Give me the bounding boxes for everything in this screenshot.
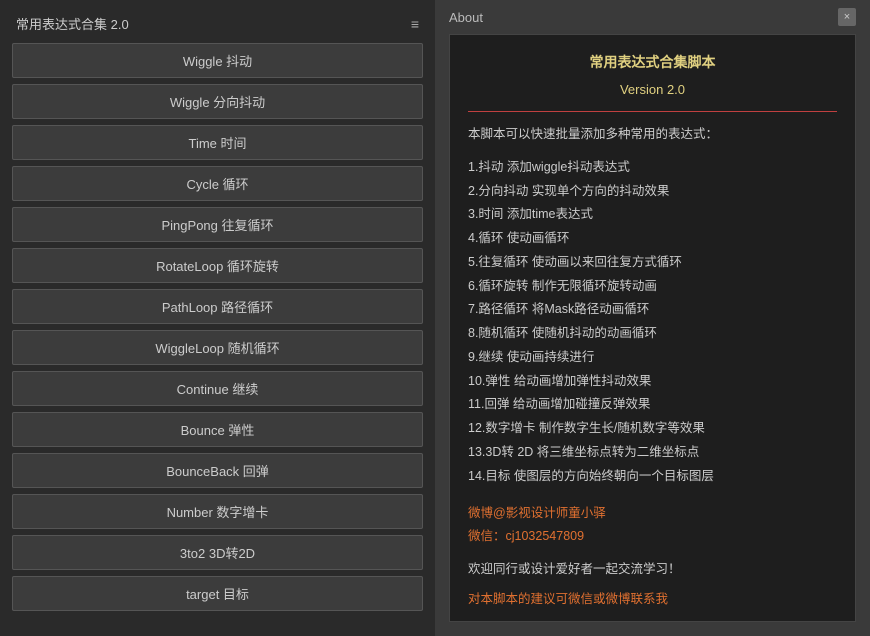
feature-item: 10.弹性 给动画增加弹性抖动效果: [468, 370, 837, 394]
wiggle-btn[interactable]: Wiggle 抖动: [12, 43, 423, 78]
button-row-2: Time 时间: [12, 125, 423, 160]
feature-item: 11.回弹 给动画增加碰撞反弹效果: [468, 393, 837, 417]
button-row-7: WiggleLoop 随机循环: [12, 330, 423, 365]
close-button[interactable]: ×: [838, 8, 856, 26]
left-header: 常用表达式合集 2.0 ≡: [12, 8, 423, 43]
feature-item: 9.继续 使动画持续进行: [468, 346, 837, 370]
about-features: 1.抖动 添加wiggle抖动表达式2.分向抖动 实现单个方向的抖动效果3.时间…: [468, 156, 837, 489]
button-row-5: RotateLoop 循环旋转: [12, 248, 423, 283]
about-version: Version 2.0: [468, 79, 837, 101]
about-social: 微博@影视设计师童小驿微信：cj1032547809: [468, 502, 837, 547]
button-row-1: Wiggle 分向抖动: [12, 84, 423, 119]
3to2-btn[interactable]: 3to2 3D转2D: [12, 535, 423, 570]
about-label: About: [449, 10, 483, 25]
about-contact: 对本脚本的建议可微信或微博联系我: [468, 589, 837, 610]
button-row-12: 3to2 3D转2D: [12, 535, 423, 570]
bounce-btn[interactable]: Bounce 弹性: [12, 412, 423, 447]
social-item: 微信：cj1032547809: [468, 525, 837, 548]
button-row-0: Wiggle 抖动: [12, 43, 423, 78]
button-row-13: target 目标: [12, 576, 423, 611]
social-item: 微博@影视设计师童小驿: [468, 502, 837, 525]
rotateloop-btn[interactable]: RotateLoop 循环旋转: [12, 248, 423, 283]
feature-item: 14.目标 使图层的方向始终朝向一个目标图层: [468, 465, 837, 489]
about-desc: 本脚本可以快速批量添加多种常用的表达式：: [468, 124, 837, 144]
divider: [468, 111, 837, 112]
buttons-list: Wiggle 抖动 Wiggle 分向抖动 Time 时间 Cycle 循环 PingP…: [12, 43, 423, 617]
feature-item: 2.分向抖动 实现单个方向的抖动效果: [468, 180, 837, 204]
about-content: 常用表达式合集脚本 Version 2.0 本脚本可以快速批量添加多种常用的表达…: [449, 34, 856, 622]
button-row-11: Number 数字增卡: [12, 494, 423, 529]
feature-item: 8.随机循环 使随机抖动的动画循环: [468, 322, 837, 346]
wiggleloop-btn[interactable]: WiggleLoop 随机循环: [12, 330, 423, 365]
button-row-4: PingPong 往复循环: [12, 207, 423, 242]
feature-item: 1.抖动 添加wiggle抖动表达式: [468, 156, 837, 180]
feature-item: 5.往复循环 使动画以来回往复方式循环: [468, 251, 837, 275]
cycle-btn[interactable]: Cycle 循环: [12, 166, 423, 201]
feature-item: 6.循环旋转 制作无限循环旋转动画: [468, 275, 837, 299]
menu-icon[interactable]: ≡: [411, 16, 419, 32]
about-main-title: 常用表达式合集脚本: [468, 51, 837, 75]
pathloop-btn[interactable]: PathLoop 路径循环: [12, 289, 423, 324]
about-header: About ×: [435, 0, 870, 34]
pingpong-btn[interactable]: PingPong 往复循环: [12, 207, 423, 242]
feature-item: 7.路径循环 将Mask路径动画循环: [468, 298, 837, 322]
button-row-3: Cycle 循环: [12, 166, 423, 201]
panel-title: 常用表达式合集 2.0: [16, 14, 129, 33]
wiggle-split-btn[interactable]: Wiggle 分向抖动: [12, 84, 423, 119]
button-row-8: Continue 继续: [12, 371, 423, 406]
button-row-9: Bounce 弹性: [12, 412, 423, 447]
feature-item: 13.3D转 2D 将三维坐标点转为二维坐标点: [468, 441, 837, 465]
button-row-6: PathLoop 路径循环: [12, 289, 423, 324]
number-btn[interactable]: Number 数字增卡: [12, 494, 423, 529]
feature-item: 3.时间 添加time表达式: [468, 203, 837, 227]
button-row-10: BounceBack 回弹: [12, 453, 423, 488]
continue-btn[interactable]: Continue 继续: [12, 371, 423, 406]
bounceback-btn[interactable]: BounceBack 回弹: [12, 453, 423, 488]
target-btn[interactable]: target 目标: [12, 576, 423, 611]
right-panel: About × 常用表达式合集脚本 Version 2.0 本脚本可以快速批量添…: [435, 0, 870, 636]
feature-item: 12.数字增卡 制作数字生长/随机数字等效果: [468, 417, 837, 441]
time-btn[interactable]: Time 时间: [12, 125, 423, 160]
left-panel: 常用表达式合集 2.0 ≡ Wiggle 抖动 Wiggle 分向抖动 Time 时…: [0, 0, 435, 636]
feature-item: 4.循环 使动画循环: [468, 227, 837, 251]
about-invite: 欢迎同行或设计爱好者一起交流学习！: [468, 559, 837, 580]
